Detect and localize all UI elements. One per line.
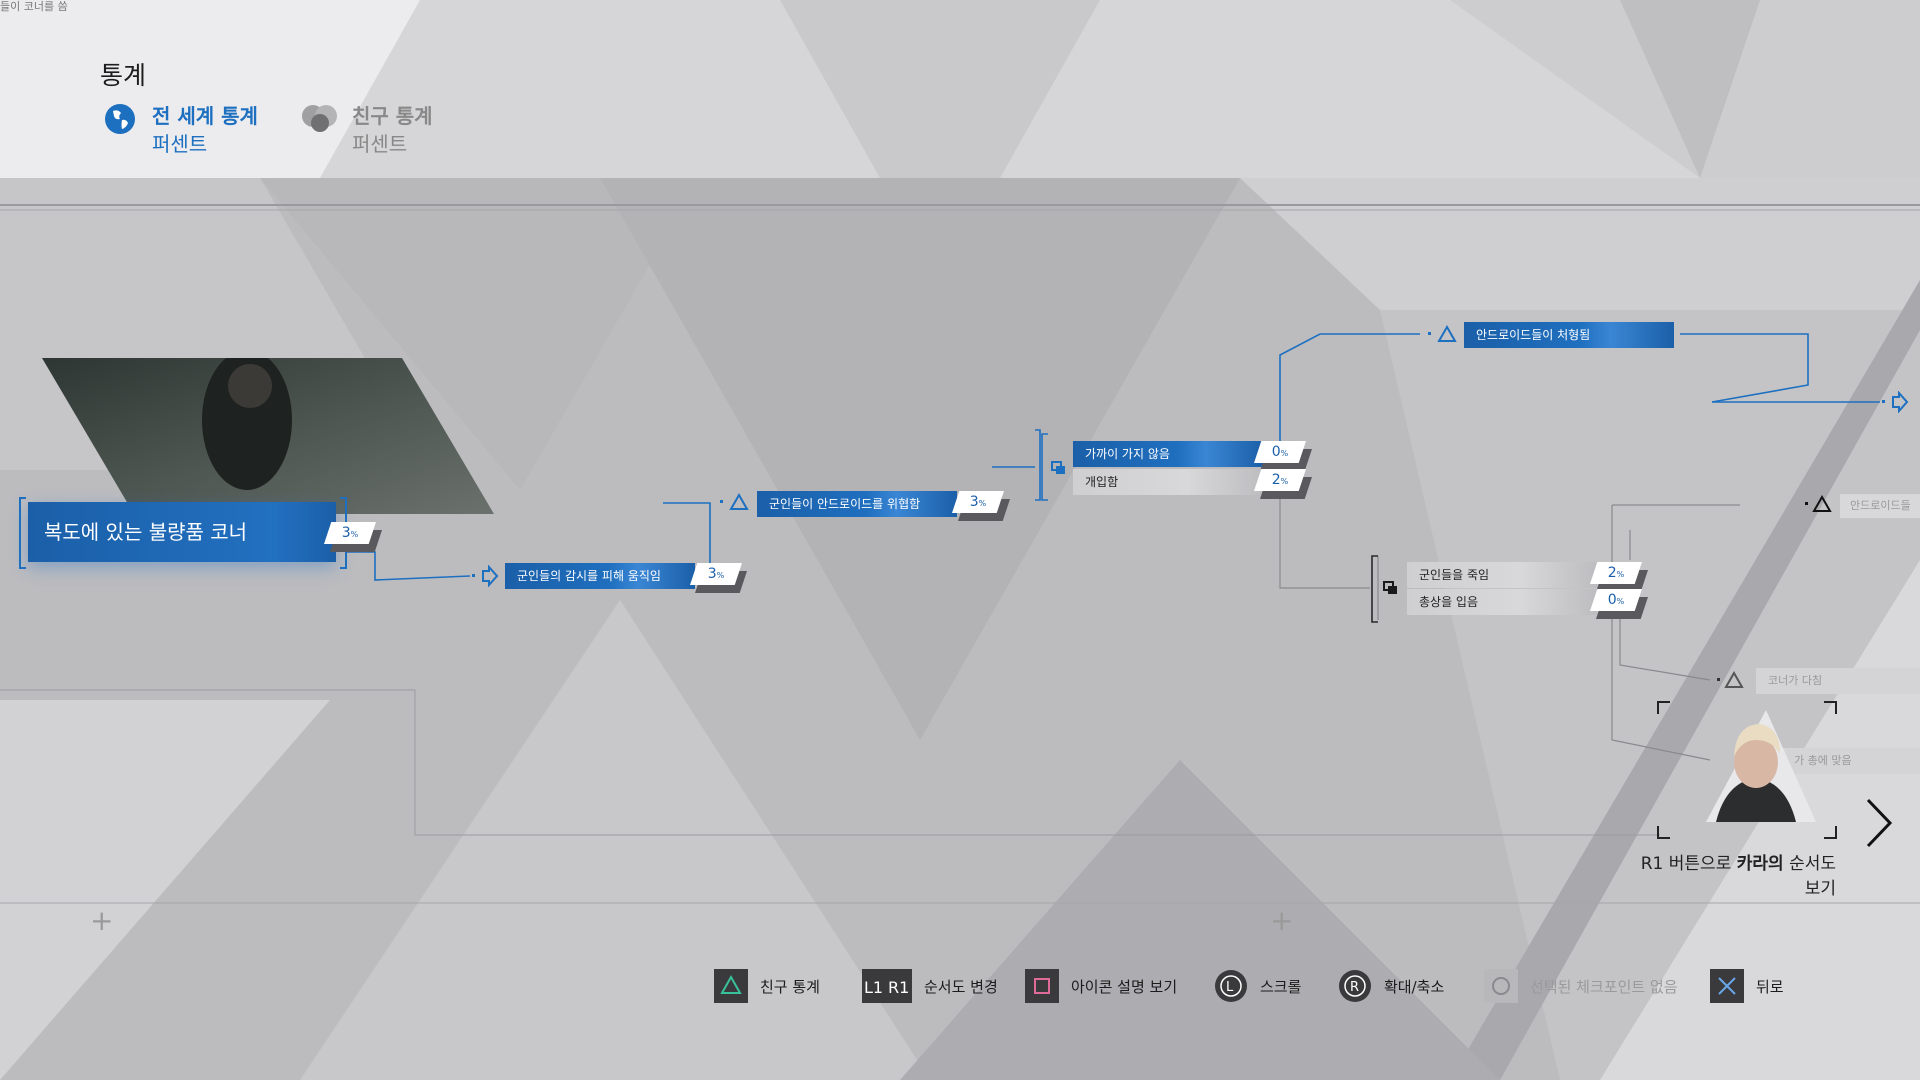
left-stick-icon: L xyxy=(1214,969,1248,1003)
icon-legend-button[interactable]: 아이콘 설명 보기 xyxy=(1025,966,1177,1006)
triangle-icon xyxy=(714,969,748,1003)
node-faded-2[interactable]: 코너가 다침 xyxy=(1756,668,1920,694)
percent-value: 3 xyxy=(969,494,979,510)
percent-value: 3 xyxy=(341,525,351,541)
node-label: 개입함 xyxy=(1085,475,1119,489)
back-button[interactable]: 뒤로 xyxy=(1710,966,1784,1006)
hint-prefix: R1 버튼으로 xyxy=(1640,854,1737,874)
triangle-choice-icon xyxy=(1428,324,1457,342)
percent-unit: % xyxy=(978,499,987,508)
percent-unit: % xyxy=(1280,477,1289,486)
right-stick-icon: R xyxy=(1338,969,1372,1003)
node-label: 군인들이 안드로이드를 위협함 xyxy=(769,497,921,511)
node-label: 안드로이드들이 처형됨 xyxy=(1476,328,1591,342)
percent-unit: % xyxy=(1616,570,1625,579)
scroll-label: 스크롤 xyxy=(1260,977,1302,996)
node-label: 군인들을 죽임 xyxy=(1419,568,1490,582)
node-intervene[interactable]: 개입함 xyxy=(1073,469,1263,495)
triangle-choice-icon xyxy=(720,492,749,510)
node-shot[interactable]: 총상을 입음 xyxy=(1407,589,1597,615)
arrow-right-icon xyxy=(472,565,499,587)
node-label: 군인들의 감시를 피해 움직임 xyxy=(517,569,661,583)
chevron-right-icon[interactable] xyxy=(1862,796,1896,850)
node-soldiers-threaten[interactable]: 군인들이 안드로이드를 위협함 xyxy=(757,491,957,517)
friend-stats-button[interactable]: 친구 통계 xyxy=(714,966,820,1006)
percent-badge-kill: 2% xyxy=(1590,562,1642,584)
percent-badge-stay-away: 0% xyxy=(1254,441,1306,463)
percent-value: 0 xyxy=(1271,444,1281,460)
percent-unit: % xyxy=(1616,597,1625,606)
triangle-choice-icon xyxy=(1717,670,1744,688)
chapter-thumbnail xyxy=(42,358,494,514)
l1-key: L1 xyxy=(864,978,883,997)
percent-badge-threaten: 3% xyxy=(952,491,1004,513)
tab-global-sub: 퍼센트 xyxy=(152,132,208,156)
checkpoint-label: 선택된 체크포인트 없음 xyxy=(1530,977,1678,996)
node-label: 코너가 다침 xyxy=(1768,674,1823,687)
percent-badge-shot: 0% xyxy=(1590,589,1642,611)
hint-suffix: 순서도 보기 xyxy=(1783,854,1836,899)
right-stick-glyph: R xyxy=(1350,980,1359,995)
node-androids-executed[interactable]: 안드로이드들이 처형됨 xyxy=(1464,322,1674,348)
circle-icon xyxy=(1484,969,1518,1003)
node-label: 가까이 가지 않음 xyxy=(1085,447,1170,461)
percent-badge-start: 3% xyxy=(324,522,376,544)
node-stay-away[interactable]: 가까이 가지 않음 xyxy=(1073,441,1263,467)
scroll-button[interactable]: L 스크롤 xyxy=(1214,966,1301,1006)
zoom-label: 확대/축소 xyxy=(1384,977,1445,996)
left-stick-glyph: L xyxy=(1226,980,1234,995)
kara-portrait-frame xyxy=(1657,701,1837,839)
choice-group-bracket xyxy=(1371,555,1397,623)
node-avoid-soldiers[interactable]: 군인들의 감시를 피해 움직임 xyxy=(505,563,695,589)
node-kill-soldiers[interactable]: 군인들을 죽임 xyxy=(1407,562,1597,588)
back-label: 뒤로 xyxy=(1756,977,1784,996)
friends-icon xyxy=(302,105,337,132)
percent-unit: % xyxy=(716,571,725,580)
percent-value: 3 xyxy=(707,566,717,582)
checkpoint-button[interactable]: 선택된 체크포인트 없음 xyxy=(1484,966,1678,1006)
tab-friend-sub: 퍼센트 xyxy=(352,132,408,156)
kara-flowchart-hint: R1 버튼으로 카라의 순서도 보기 xyxy=(1620,852,1836,902)
page-title: 통계 xyxy=(100,61,147,90)
svg-text:+: + xyxy=(90,904,113,937)
tab-global-stats[interactable]: 전 세계 통계 퍼센트 xyxy=(104,103,304,159)
faded-breadcrumb: 들이 코너를 씀 xyxy=(0,0,68,13)
choice-group-bracket xyxy=(1041,433,1065,501)
percent-unit: % xyxy=(1280,449,1289,458)
percent-value: 2 xyxy=(1607,565,1617,581)
friend-stats-label: 친구 통계 xyxy=(760,977,820,996)
percent-unit: % xyxy=(350,530,359,539)
triangle-choice-icon xyxy=(1805,494,1832,512)
arrow-right-icon xyxy=(1882,391,1909,413)
percent-value: 2 xyxy=(1271,472,1281,488)
tab-friend-stats[interactable]: 친구 통계 퍼센트 xyxy=(300,103,500,159)
node-faded-1[interactable]: 안드로이드들이 xyxy=(1840,494,1920,518)
zoom-button[interactable]: R 확대/축소 xyxy=(1338,966,1444,1006)
hint-name: 카라의 xyxy=(1736,854,1784,874)
node-label: 안드로이드들이 xyxy=(1850,499,1911,512)
tab-friend-label: 친구 통계 xyxy=(352,104,433,128)
r1-key: R1 xyxy=(888,978,909,997)
globe-icon xyxy=(105,104,135,134)
percent-value: 0 xyxy=(1607,592,1617,608)
percent-badge-intervene: 2% xyxy=(1254,469,1306,491)
square-icon xyxy=(1025,969,1059,1003)
l1-r1-icon: L1 R1 xyxy=(862,969,912,1003)
cross-icon xyxy=(1710,969,1744,1003)
start-bracket xyxy=(19,497,347,569)
node-label: 총상을 입음 xyxy=(1419,595,1479,609)
change-flowchart-button[interactable]: L1 R1 순서도 변경 xyxy=(862,966,998,1006)
svg-text:+: + xyxy=(1270,904,1293,937)
change-flowchart-label: 순서도 변경 xyxy=(924,977,998,996)
percent-badge-avoid: 3% xyxy=(690,563,742,585)
icon-legend-label: 아이콘 설명 보기 xyxy=(1071,977,1178,996)
tab-global-label: 전 세계 통계 xyxy=(152,104,258,128)
